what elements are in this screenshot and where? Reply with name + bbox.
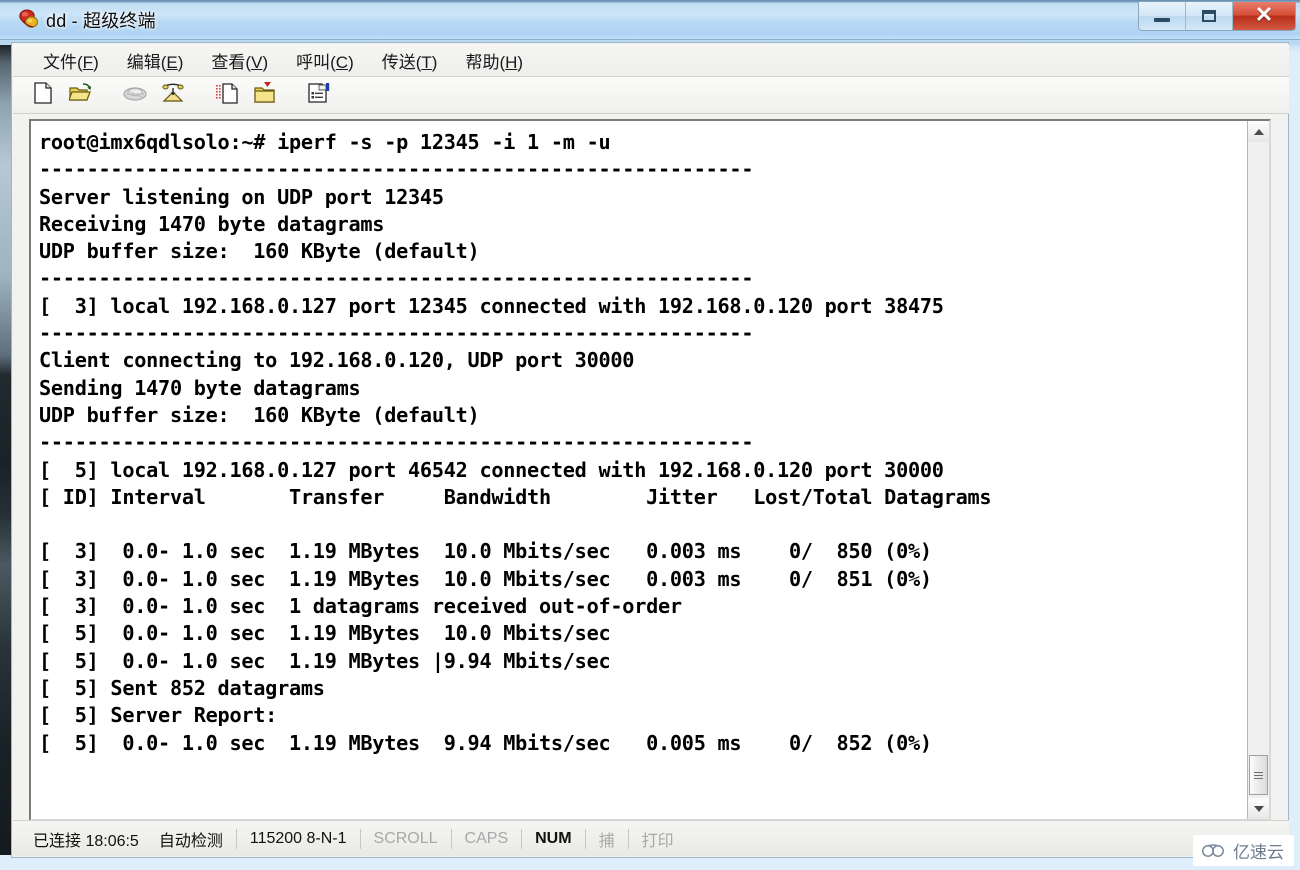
status-divider bbox=[235, 828, 237, 849]
cloud-icon bbox=[1201, 843, 1227, 859]
titlebar-highlight bbox=[0, 0, 1300, 3]
status-capture-indicator: 捕 bbox=[598, 832, 615, 850]
new-connection-button[interactable] bbox=[27, 80, 59, 110]
send-file-button[interactable] bbox=[211, 80, 243, 110]
status-connected: 已连接 18:06:5 bbox=[33, 832, 139, 850]
disconnect-button[interactable] bbox=[119, 80, 151, 110]
grip-icon bbox=[1254, 770, 1263, 781]
status-detect: 自动检测 bbox=[158, 832, 223, 850]
scroll-up-button[interactable] bbox=[1248, 121, 1269, 142]
menu-item-file[interactable]: 文件(F) bbox=[29, 46, 113, 75]
window-title: dd - 超级终端 bbox=[46, 11, 156, 31]
status-divider bbox=[359, 828, 361, 849]
scroll-down-button[interactable] bbox=[1248, 798, 1269, 819]
properties-button[interactable] bbox=[303, 80, 335, 110]
client-area: 文件(F) 编辑(E) 查看(V) 呼叫(C) 传送(T) 帮助(H) root… bbox=[11, 42, 1289, 858]
minimize-button[interactable] bbox=[1139, 2, 1186, 30]
menu-item-call[interactable]: 呼叫(C) bbox=[282, 46, 368, 75]
title-bar[interactable]: dd - 超级终端 ✕ bbox=[0, 0, 1300, 40]
terminal-output-panel[interactable]: root@imx6qdlsolo:~# iperf -s -p 12345 -i… bbox=[29, 119, 1271, 821]
watermark-text: 亿速云 bbox=[1233, 843, 1284, 862]
menu-item-help[interactable]: 帮助(H) bbox=[451, 46, 537, 75]
close-icon: ✕ bbox=[1254, 2, 1274, 27]
menu-item-transfer[interactable]: 传送(T) bbox=[368, 46, 452, 75]
maximize-button[interactable] bbox=[1186, 2, 1233, 30]
scrollbar-thumb[interactable] bbox=[1249, 755, 1268, 795]
call-button[interactable] bbox=[157, 80, 189, 110]
receive-file-icon bbox=[253, 81, 277, 109]
window-controls: ✕ bbox=[1138, 2, 1296, 31]
chevron-down-icon bbox=[1253, 805, 1264, 812]
open-folder-button[interactable] bbox=[65, 80, 97, 110]
chevron-up-icon bbox=[1253, 128, 1264, 135]
tool-bar bbox=[13, 77, 1289, 114]
terminal-text: root@imx6qdlsolo:~# iperf -s -p 12345 -i… bbox=[39, 130, 992, 755]
status-serial-settings: 115200 8-N-1 bbox=[249, 829, 347, 847]
new-connection-icon bbox=[33, 81, 53, 109]
send-file-icon bbox=[215, 82, 239, 109]
status-num-indicator: NUM bbox=[535, 829, 572, 847]
status-print-indicator: 打印 bbox=[641, 832, 674, 850]
menu-item-edit[interactable]: 编辑(E) bbox=[113, 46, 198, 75]
minimize-icon bbox=[1154, 18, 1170, 22]
receive-file-button[interactable] bbox=[249, 80, 281, 110]
status-divider bbox=[521, 828, 523, 849]
status-bar: 已连接 18:06:5 自动检测 115200 8-N-1 SCROLL CAP… bbox=[13, 820, 1289, 856]
status-divider bbox=[584, 828, 586, 849]
status-caps-indicator: CAPS bbox=[464, 829, 509, 847]
status-divider bbox=[450, 828, 452, 849]
hyperterminal-icon bbox=[18, 8, 40, 30]
menu-item-view[interactable]: 查看(V) bbox=[197, 46, 282, 75]
call-phone-icon bbox=[161, 82, 185, 109]
disconnect-phone-icon bbox=[122, 83, 148, 108]
terminal-scrollbar[interactable] bbox=[1247, 121, 1269, 819]
status-scroll-indicator: SCROLL bbox=[373, 829, 438, 847]
properties-icon bbox=[307, 82, 331, 109]
close-button[interactable]: ✕ bbox=[1233, 2, 1295, 30]
open-folder-icon bbox=[68, 82, 93, 109]
window-left-edge bbox=[0, 45, 11, 855]
menu-bar: 文件(F) 编辑(E) 查看(V) 呼叫(C) 传送(T) 帮助(H) bbox=[13, 44, 1289, 77]
watermark: 亿速云 bbox=[1193, 835, 1294, 866]
hyperterminal-window: dd - 超级终端 ✕ 文件(F) 编辑(E) 查看(V) 呼叫(C) 传送(T… bbox=[0, 0, 1300, 870]
status-divider bbox=[627, 828, 629, 849]
maximize-icon bbox=[1202, 10, 1216, 22]
